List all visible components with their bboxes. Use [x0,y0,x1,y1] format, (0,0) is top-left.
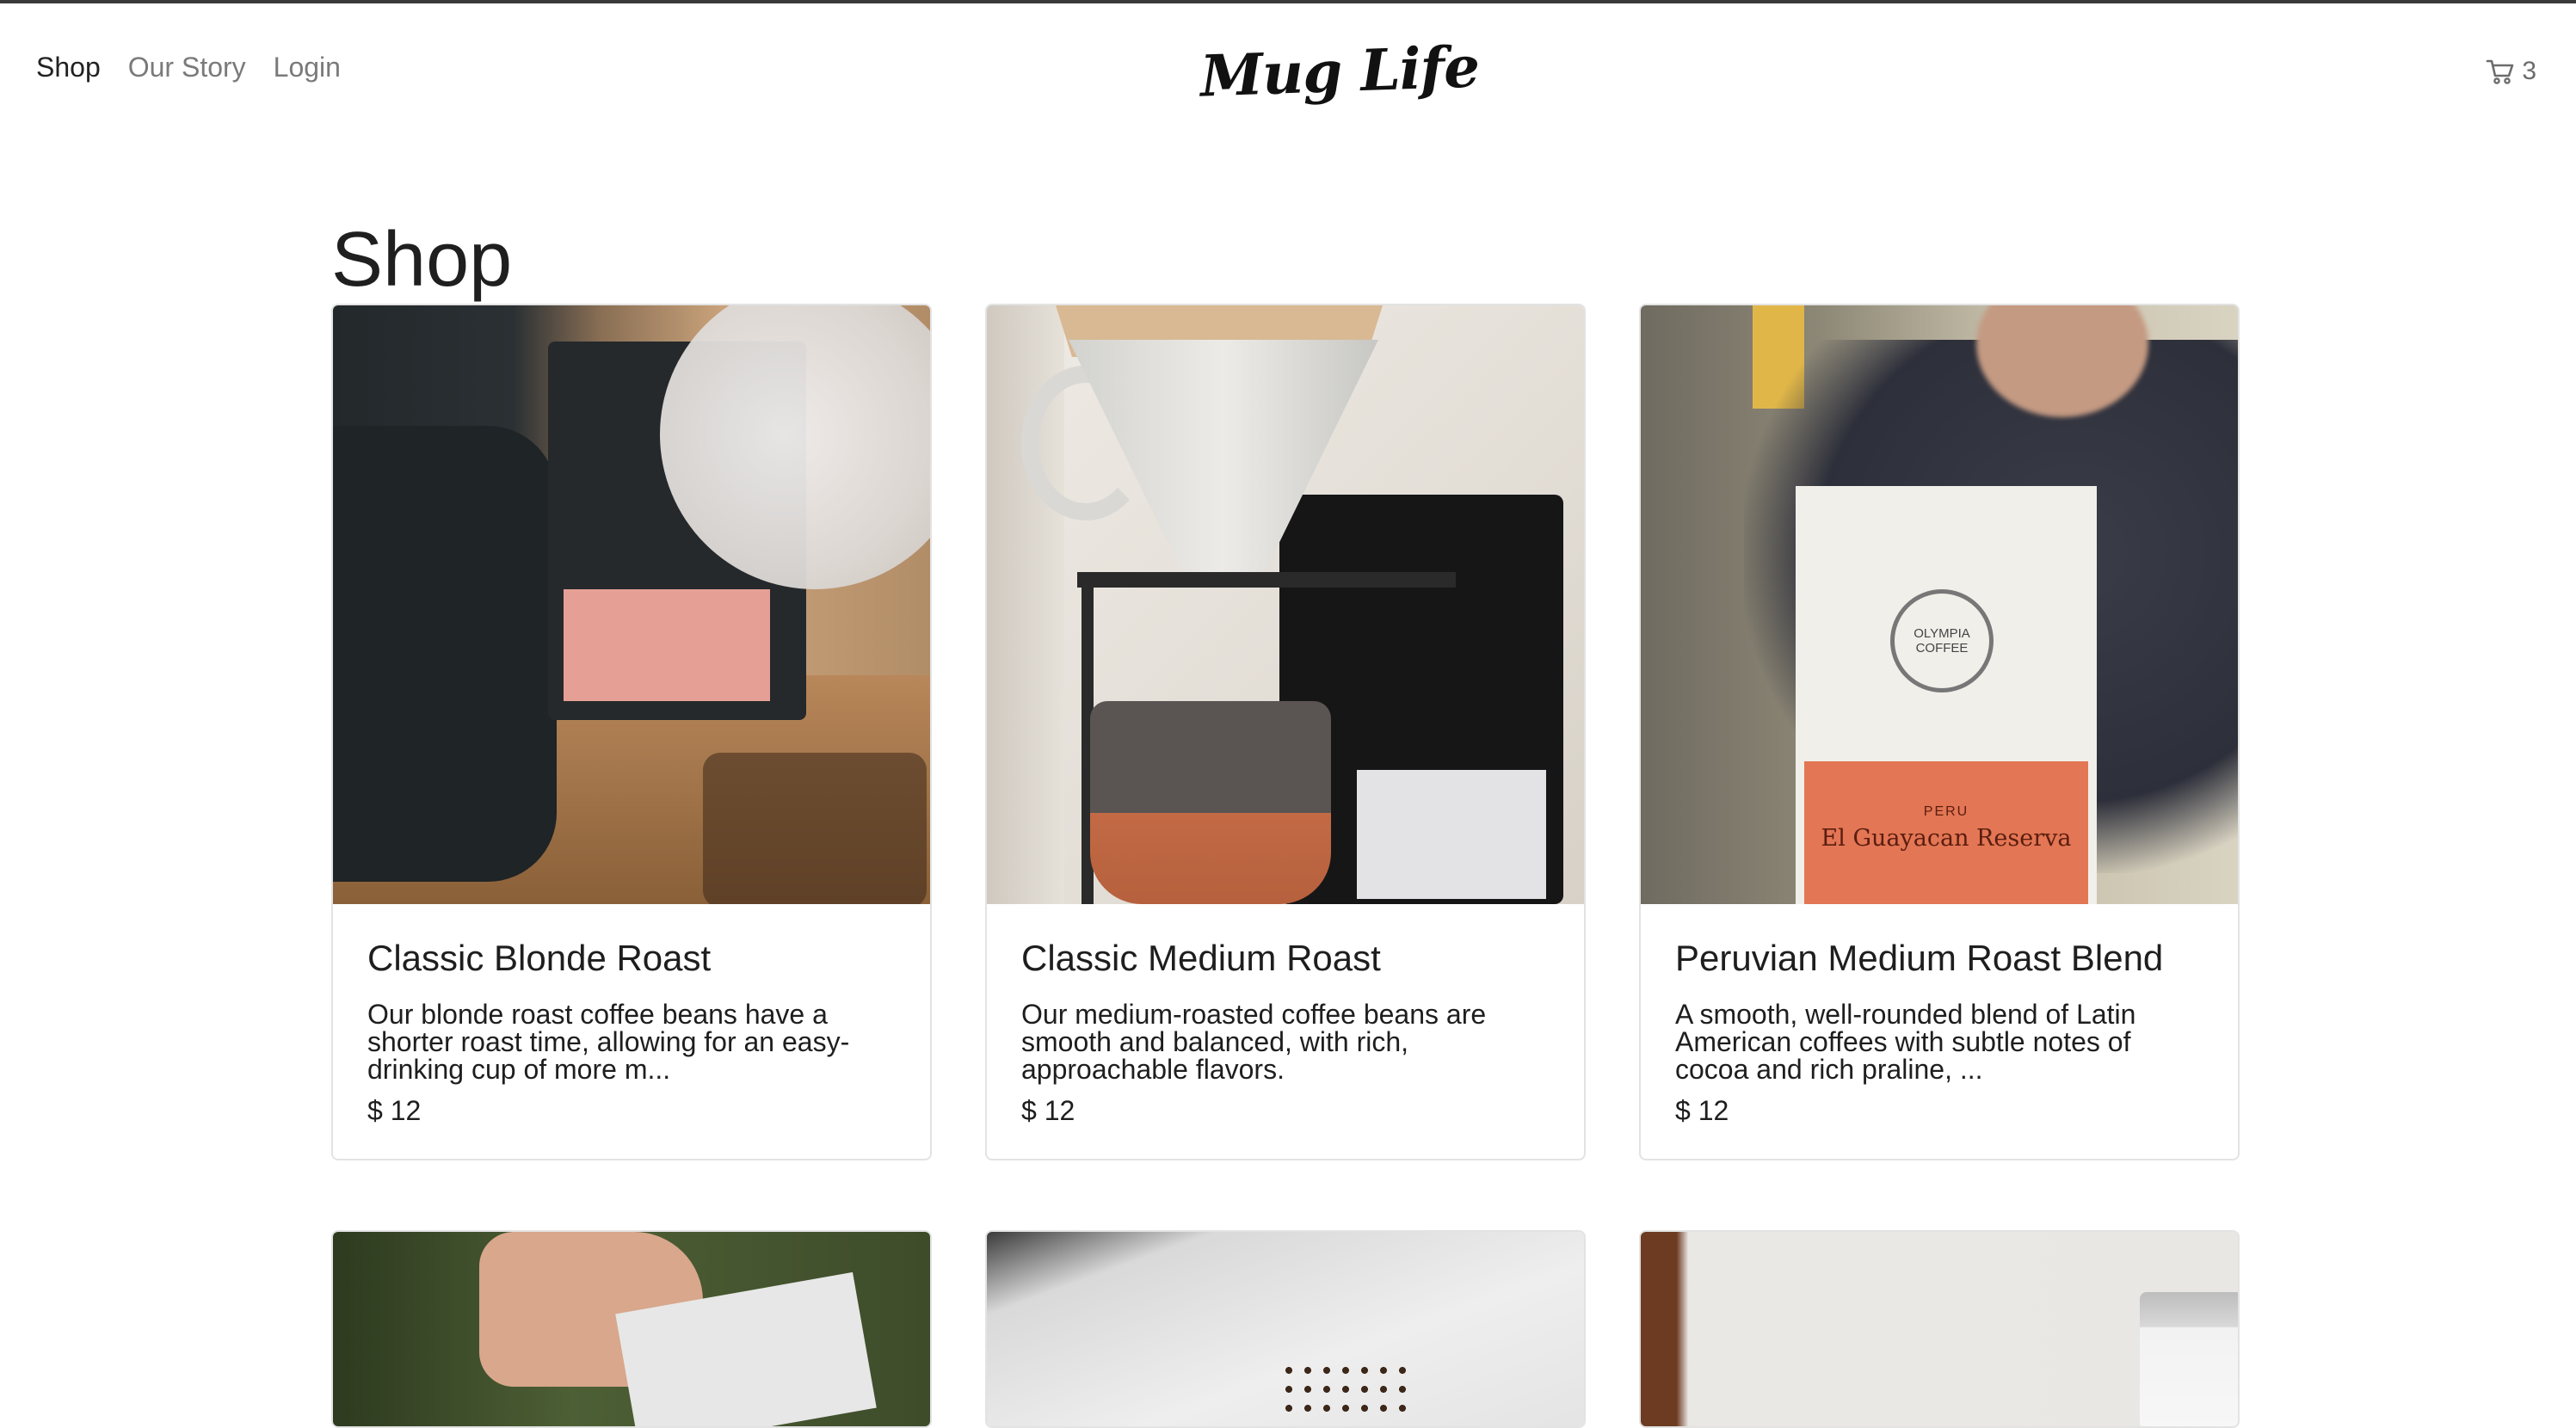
product-image[interactable] [333,1232,930,1426]
cup-image-part [1090,701,1331,904]
product-image[interactable] [1641,1232,2238,1426]
brand-logo[interactable]: Mug Life [1199,33,1481,109]
cart-icon [2486,58,2515,85]
product-image[interactable] [987,1232,1584,1426]
product-price: $ 12 [1675,1095,1729,1126]
product-card-peruvian-medium-roast-blend[interactable]: OLYMPIA COFFEE PERU El Guayacan Reserva P… [1639,304,2240,1160]
product-image[interactable] [333,305,930,904]
kettle-image-part [333,426,557,882]
card-body: Peruvian Medium Roast Blend A smooth, we… [1641,904,2238,1159]
product-image[interactable] [987,305,1584,904]
product-card[interactable] [331,1230,932,1428]
product-image[interactable]: OLYMPIA COFFEE PERU El Guayacan Reserva [1641,305,2238,904]
product-description: A smooth, well-rounded blend of Latin Am… [1675,999,2136,1085]
coffee-bag-label [564,589,770,701]
product-card[interactable] [985,1230,1586,1428]
product-name[interactable]: Classic Medium Roast [1021,937,1550,980]
coffee-bag-label [1357,770,1546,899]
nav-link-login[interactable]: Login [274,52,341,83]
product-card-classic-medium-roast[interactable]: Classic Medium Roast Our medium-roasted … [985,304,1586,1160]
page-title: Shop [331,217,513,303]
nav-link-our-story[interactable]: Our Story [128,52,246,83]
card-body: Classic Blonde Roast Our blonde roast co… [333,904,930,1159]
product-name[interactable]: Classic Blonde Roast [367,937,896,980]
cart-button[interactable]: 3 [2486,57,2536,86]
nav-links: Shop Our Story Login [36,52,341,83]
coffee-bag-label: PERU El Guayacan Reserva [1804,761,2088,904]
product-price: $ 12 [1021,1095,1075,1126]
product-card[interactable] [1639,1230,2240,1428]
olympia-coffee-seal: OLYMPIA COFFEE [1890,589,1994,692]
product-card-classic-blonde-roast[interactable]: Classic Blonde Roast Our blonde roast co… [331,304,932,1160]
product-description: Our blonde roast coffee beans have a sho… [367,999,850,1085]
nav-link-shop[interactable]: Shop [36,52,101,83]
product-description: Our medium-roasted coffee beans are smoo… [1021,999,1487,1085]
top-navbar: Shop Our Story Login Mug Life 3 [0,3,2576,141]
product-name[interactable]: Peruvian Medium Roast Blend [1675,937,2203,980]
product-price: $ 12 [367,1095,422,1126]
card-body: Classic Medium Roast Our medium-roasted … [987,904,1584,1159]
cart-count: 3 [2522,57,2536,85]
